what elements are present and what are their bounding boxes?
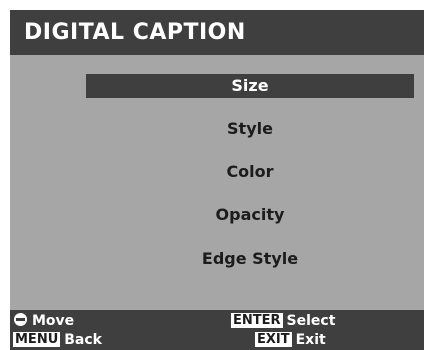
hint-exit-label: Exit [295,332,326,348]
exit-key-badge: EXIT [255,332,292,347]
osd-menu-window: DIGITAL CAPTION Size Style Color Opacity… [10,10,424,350]
page-title: DIGITAL CAPTION [24,20,246,45]
menu-item-label: Size [231,76,269,95]
hint-move-label: Move [32,313,75,329]
menu-panel: Size Style Color Opacity Edge Style [10,55,424,310]
menu-item-label: Style [227,119,273,138]
menu-key-badge: MENU [13,332,61,347]
hint-move: Move [14,312,74,330]
hint-select: ENTER Select [231,312,335,330]
menu-item-label: Color [226,162,274,181]
move-icon [14,313,27,326]
menu-item-color[interactable]: Color [86,160,414,184]
hint-back: MENU Back [13,331,102,349]
hint-back-label: Back [64,332,102,348]
hint-select-label: Select [286,313,336,329]
menu-item-edge-style[interactable]: Edge Style [86,247,414,271]
menu-item-style[interactable]: Style [86,117,414,141]
menu-item-size[interactable]: Size [86,74,414,98]
hint-exit: EXIT Exit [255,331,326,349]
menu-item-label: Edge Style [201,249,299,268]
menu-item-opacity[interactable]: Opacity [86,203,414,227]
enter-key-badge: ENTER [231,313,283,328]
key-hint-bar: Move ENTER Select MENU Back EXIT Exit [10,310,424,350]
menu-item-label: Opacity [215,205,285,224]
title-bar: DIGITAL CAPTION [10,10,424,55]
